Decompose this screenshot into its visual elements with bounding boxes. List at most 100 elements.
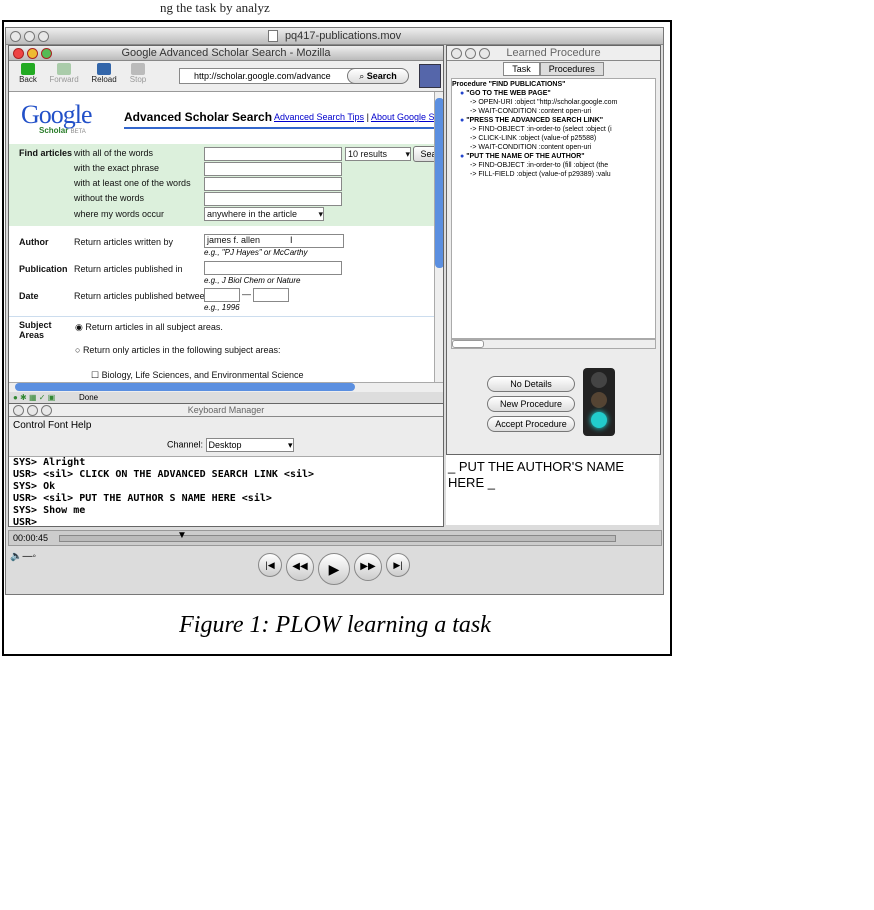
accept-procedure-button[interactable]: Accept Procedure	[487, 416, 575, 432]
channel-row: Channel: Desktop ▾	[9, 438, 443, 452]
mozilla-icon	[419, 64, 441, 88]
skip-forward-button[interactable]: ▶|	[386, 553, 410, 577]
find-row-least: with at least one of the words	[74, 178, 191, 188]
skip-back-button[interactable]: |◀	[258, 553, 282, 577]
browser-title: Google Advanced Scholar Search - Mozilla	[121, 47, 331, 59]
log-line: USR>	[13, 517, 38, 527]
heading-rule	[124, 127, 443, 129]
menu-help[interactable]: Help	[71, 420, 92, 431]
forward-button[interactable]: Forward	[47, 63, 81, 84]
results-select[interactable]: 10 results ▾	[345, 147, 411, 161]
movie-timeline: 00:00:45 ▼	[8, 530, 662, 546]
keyboard-menubar: Control Font Help	[9, 417, 443, 434]
tab-procedures[interactable]: Procedures	[539, 62, 604, 76]
page-heading: Advanced Scholar Search	[124, 110, 273, 124]
learned-tabs: Task Procedures	[447, 62, 660, 76]
author-label: Author	[19, 237, 49, 247]
file-icon	[267, 30, 278, 43]
forward-arrow-icon	[57, 63, 71, 75]
subject-rule	[9, 316, 443, 317]
tree-hscrollbar[interactable]	[451, 339, 656, 349]
channel-select[interactable]: Desktop ▾	[205, 438, 294, 452]
subject-all-radio[interactable]: ◉ Return articles in all subject areas.	[75, 322, 223, 333]
tab-task[interactable]: Task	[503, 62, 540, 76]
keyboard-window-controls[interactable]	[13, 405, 52, 416]
step-go-web[interactable]: "GO TO THE WEB PAGE"	[466, 90, 551, 97]
new-procedure-button[interactable]: New Procedure	[487, 396, 575, 412]
date-from-input[interactable]	[204, 288, 240, 302]
step-press-link[interactable]: "PRESS THE ADVANCED SEARCH LINK"	[466, 117, 603, 124]
step-line: -> FIND-OBJECT :in-order-to (fill :objec…	[470, 162, 609, 169]
fast-forward-button[interactable]: ▶▶	[354, 553, 382, 581]
log-line: USR> <sil> CLICK ON THE ADVANCED SEARCH …	[13, 469, 315, 480]
radio-selected-icon: ◉	[75, 322, 86, 332]
step-put-name[interactable]: "PUT THE NAME OF THE AUTHOR"	[466, 153, 584, 160]
reload-button[interactable]: Reload	[87, 63, 121, 84]
browser-titlebar: Google Advanced Scholar Search - Mozilla	[9, 46, 443, 61]
subject-label: Subject Areas	[19, 320, 52, 340]
volume-knob-icon: ◦	[32, 551, 36, 562]
playhead-icon[interactable]: ▼	[177, 531, 187, 541]
all-words-input[interactable]	[204, 147, 342, 161]
without-words-input[interactable]	[204, 192, 342, 206]
step-line: -> FILL-FIELD :object (value-of p29389) …	[470, 171, 611, 178]
step-line: -> FIND-OBJECT :in-order-to (select :obj…	[470, 126, 612, 133]
learned-procedure-window: Learned Procedure Task Procedures Procedu…	[446, 45, 661, 455]
chevron-down-icon: ▾	[288, 440, 293, 450]
learned-title: Learned Procedure	[506, 47, 601, 59]
author-desc: Return articles written by	[74, 237, 174, 247]
exact-phrase-input[interactable]	[204, 162, 342, 176]
timeline-track[interactable]	[59, 535, 616, 542]
time-display: 00:00:45	[13, 533, 49, 543]
dialog-log: SYS> Alright USR> <sil> CLICK ON THE ADV…	[9, 456, 443, 527]
rewind-button[interactable]: ◀◀	[286, 553, 314, 581]
movie-window-controls[interactable]	[10, 31, 49, 42]
speech-output: _ PUT THE AUTHOR'S NAME HERE _	[446, 455, 659, 525]
browser-window-controls[interactable]	[13, 48, 52, 59]
menu-font[interactable]: Font	[48, 420, 68, 431]
publication-label: Publication	[19, 264, 68, 274]
browser-window: Google Advanced Scholar Search - Mozilla…	[8, 45, 444, 404]
author-input[interactable]: james f. allen I	[204, 234, 344, 248]
subject-bio-checkbox[interactable]: ☐ Biology, Life Sciences, and Environmen…	[91, 370, 304, 381]
movie-title: pq417-publications.mov	[284, 30, 402, 42]
find-label: Find articles	[19, 148, 73, 158]
volume-control[interactable]: 🔈—◦	[10, 551, 36, 562]
search-button[interactable]: ⌕ Search	[347, 68, 409, 84]
back-button[interactable]: Back	[11, 63, 45, 84]
occur-select[interactable]: anywhere in the article ▾	[204, 207, 324, 221]
step-line: -> OPEN-URI :object "http://scholar.goog…	[470, 99, 618, 106]
google-scholar-logo: Google Scholar BETA	[21, 100, 93, 135]
browser-toolbar: Back Forward Reload Stop http://scholar.…	[9, 61, 443, 92]
play-button[interactable]: ▶	[318, 553, 350, 585]
horizontal-scrollbar[interactable]	[9, 382, 443, 392]
checkbox-icon: ☐	[91, 370, 102, 380]
bullet-icon: ●	[460, 90, 465, 97]
about-link[interactable]: About Google Sc	[371, 112, 439, 122]
url-field[interactable]: http://scholar.google.com/advance	[179, 68, 355, 84]
find-row-all: with all of the words	[74, 148, 154, 158]
publication-hint: e.g., J Biol Chem or Nature	[204, 276, 301, 285]
log-line: SYS> Ok	[13, 481, 56, 492]
back-arrow-icon	[21, 63, 35, 75]
step-line: -> WAIT-CONDITION :content open-uri	[470, 144, 592, 151]
figure-caption: Figure 1: PLOW learning a task	[179, 612, 491, 638]
reload-icon	[97, 63, 111, 75]
date-to-input[interactable]	[253, 288, 289, 302]
find-row-without: without the words	[74, 193, 145, 203]
menu-control[interactable]: Control	[13, 420, 45, 431]
bullet-icon: ●	[460, 153, 465, 160]
least-one-input[interactable]	[204, 177, 342, 191]
vertical-scrollbar[interactable]	[434, 92, 443, 382]
date-hint: e.g., 1996	[204, 303, 240, 312]
stop-button[interactable]: Stop	[121, 63, 155, 84]
step-line: -> WAIT-CONDITION :content open-uri	[470, 108, 592, 115]
advanced-tips-link[interactable]: Advanced Search Tips	[274, 112, 364, 122]
no-details-button[interactable]: No Details	[487, 376, 575, 392]
procedure-header: Procedure "FIND PUBLICATIONS"	[452, 81, 566, 88]
learned-window-controls[interactable]	[451, 48, 490, 59]
subject-only-radio[interactable]: ○ Return only articles in the following …	[75, 345, 281, 355]
publication-input[interactable]	[204, 261, 342, 275]
keyboard-titlebar: Keyboard Manager	[9, 404, 443, 417]
channel-label: Channel:	[167, 439, 204, 450]
